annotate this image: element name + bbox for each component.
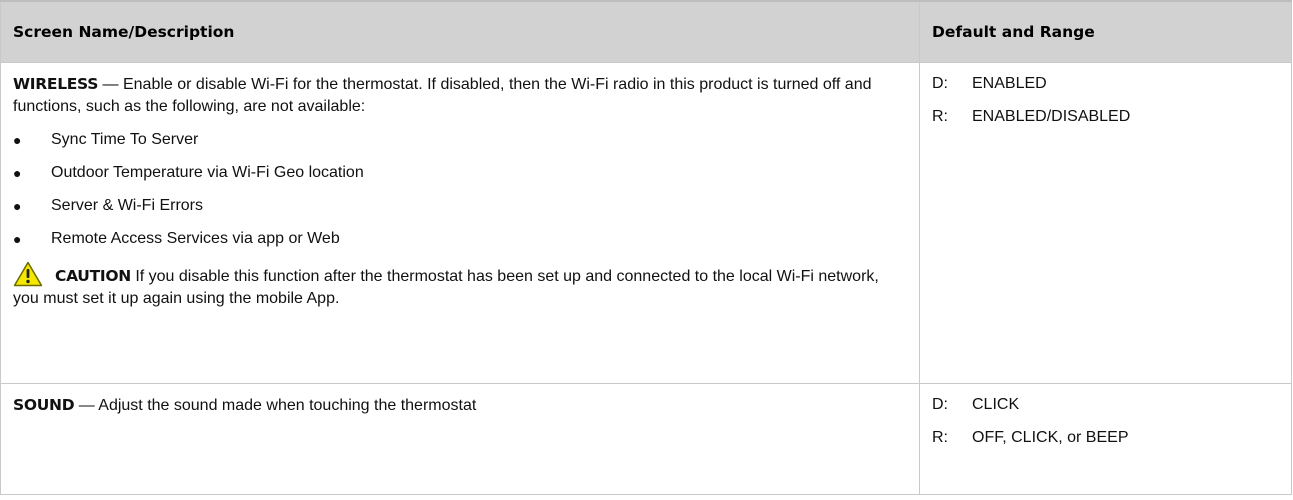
range-key: R:: [932, 108, 948, 125]
default-key: D:: [932, 75, 948, 92]
list-item: ● Server & Wi-Fi Errors: [13, 195, 909, 217]
list-item: ● Remote Access Services via app or Web: [13, 228, 909, 250]
wireless-range-cell: D: ENABLED R: ENABLED/DISABLED: [919, 62, 1292, 384]
wireless-description-cell: WIRELESS — Enable or disable Wi-Fi for t…: [0, 62, 920, 384]
bullet-icon: ●: [13, 198, 22, 214]
header-description: Screen Name/Description: [0, 0, 920, 63]
sound-description-text: — Adjust the sound made when touching th…: [74, 397, 477, 414]
sound-description: SOUND — Adjust the sound made when touch…: [13, 394, 909, 417]
range-value: OFF, CLICK, or BEEP: [972, 429, 1129, 446]
sound-range-cell: D: CLICK R: OFF, CLICK, or BEEP: [919, 383, 1292, 495]
sound-keyword: SOUND: [13, 396, 75, 414]
list-item-text: Outdoor Temperature via Wi-Fi Geo locati…: [51, 164, 364, 181]
wireless-function-list: ● Sync Time To Server ● Outdoor Temperatur…: [13, 129, 909, 250]
wireless-range-row: R: ENABLED/DISABLED: [932, 106, 1283, 128]
wireless-default-row: D: ENABLED: [932, 73, 1283, 95]
bullet-icon: ●: [13, 132, 22, 148]
default-value: CLICK: [972, 396, 1020, 413]
list-item: ● Outdoor Temperature via Wi-Fi Geo locat…: [13, 162, 909, 184]
default-value: ENABLED: [972, 75, 1047, 92]
table-row-wireless: WIRELESS — Enable or disable Wi-Fi for t…: [0, 62, 1292, 384]
range-value: ENABLED/DISABLED: [972, 108, 1131, 125]
warning-icon: [13, 261, 43, 287]
list-item-text: Remote Access Services via app or Web: [51, 230, 340, 247]
caution-label: CAUTION: [55, 267, 131, 285]
wireless-description-text: — Enable or disable Wi-Fi for the thermo…: [13, 76, 872, 115]
list-item-text: Server & Wi-Fi Errors: [51, 197, 203, 214]
sound-range-row: R: OFF, CLICK, or BEEP: [932, 427, 1283, 449]
wireless-keyword: WIRELESS: [13, 75, 99, 93]
bullet-icon: ●: [13, 231, 22, 247]
sound-description-cell: SOUND — Adjust the sound made when touch…: [0, 383, 920, 495]
caution-text: If you disable this function after the t…: [13, 268, 879, 307]
bullet-icon: ●: [13, 165, 22, 181]
settings-table: Screen Name/Description Default and Rang…: [0, 0, 1292, 495]
table-row-sound: SOUND — Adjust the sound made when touch…: [0, 383, 1292, 495]
list-item-text: Sync Time To Server: [51, 131, 199, 148]
table-header-row: Screen Name/Description Default and Rang…: [0, 0, 1292, 63]
wireless-description: WIRELESS — Enable or disable Wi-Fi for t…: [13, 73, 909, 118]
list-item: ● Sync Time To Server: [13, 129, 909, 151]
caution-note: CAUTION If you disable this function aft…: [13, 261, 909, 310]
sound-default-row: D: CLICK: [932, 394, 1283, 416]
range-key: R:: [932, 429, 948, 446]
default-key: D:: [932, 396, 948, 413]
header-default-range: Default and Range: [919, 0, 1292, 63]
